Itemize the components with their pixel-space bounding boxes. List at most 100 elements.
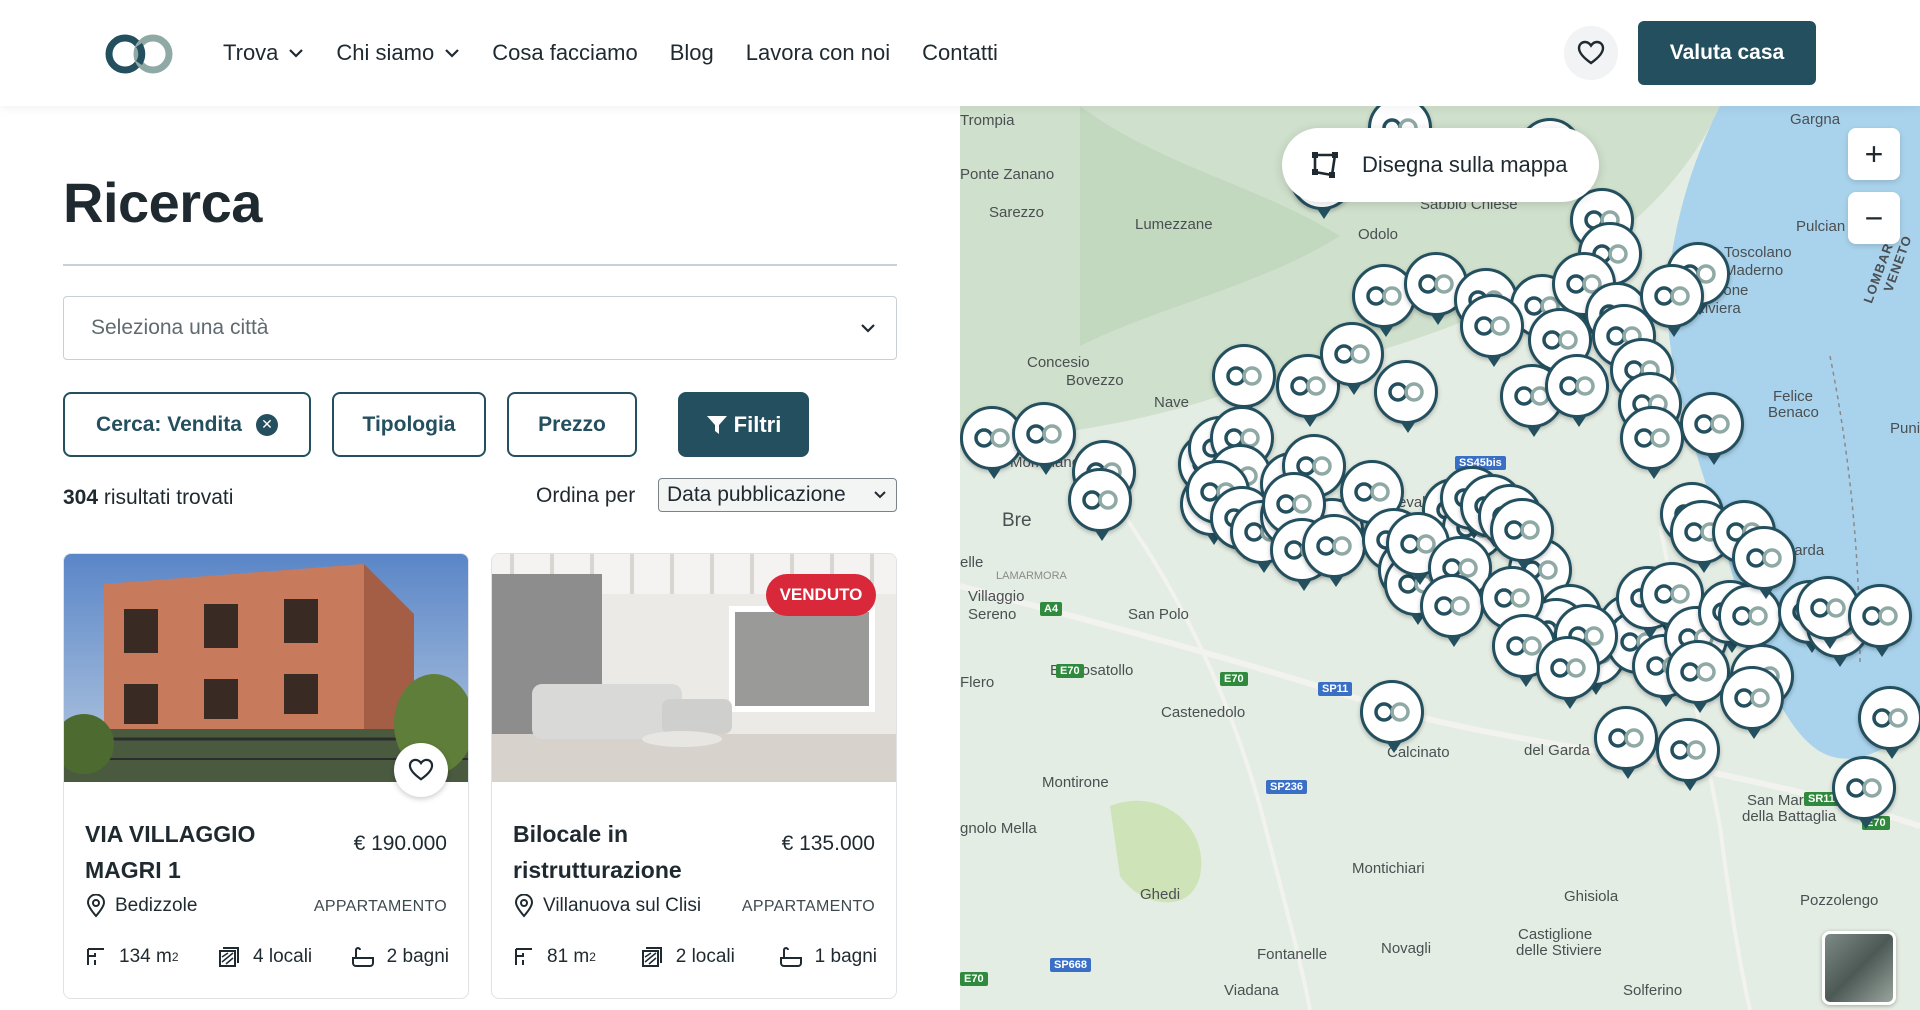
- brand-logo-icon: [1374, 702, 1410, 722]
- brand-logo-icon: [1354, 482, 1390, 502]
- map-marker[interactable]: [1594, 706, 1658, 779]
- search-panel: Ricerca Seleziona una città Cerca: Vendi…: [0, 106, 960, 1010]
- map-marker[interactable]: [1460, 294, 1524, 367]
- listing-features: 81 m2 2 locali 1 bagni: [513, 945, 877, 969]
- chevron-down-icon: [445, 49, 460, 58]
- nav-contatti[interactable]: Contatti: [922, 40, 998, 66]
- map-label: della Battaglia: [1742, 808, 1837, 825]
- close-icon[interactable]: ✕: [255, 413, 278, 436]
- favorites-button[interactable]: [1564, 26, 1618, 80]
- brand-logo-icon: [1810, 598, 1846, 618]
- map-marker[interactable]: [1848, 584, 1912, 657]
- map-marker[interactable]: [1420, 574, 1484, 647]
- city-select[interactable]: Seleziona una città: [63, 296, 897, 360]
- brand-logo-icon: [1276, 494, 1312, 514]
- nav-cosa-facciamo[interactable]: Cosa facciamo: [492, 40, 638, 66]
- map-label: Flero: [960, 674, 995, 691]
- draw-on-map-button[interactable]: Disegna sulla mappa: [1282, 128, 1599, 202]
- brand-logo-icon: [1608, 728, 1644, 748]
- floorplan-icon: [87, 948, 104, 965]
- zoom-in-button[interactable]: +: [1848, 128, 1900, 180]
- city-select-placeholder: Seleziona una città: [91, 316, 269, 339]
- map-label: Nave: [1154, 394, 1190, 411]
- chip-type[interactable]: Tipologia: [332, 392, 486, 457]
- map-label: Benaco: [1768, 404, 1819, 421]
- map-marker[interactable]: [1302, 514, 1366, 587]
- map-label: Puni: [1890, 420, 1920, 437]
- brand-logo-icon: [1026, 424, 1062, 444]
- map-label: Ponte Zanano: [960, 166, 1055, 183]
- feature-rooms: 4 locali: [217, 945, 312, 969]
- nav-lavora-con-noi[interactable]: Lavora con noi: [746, 40, 890, 66]
- map-label: Maderno: [1724, 262, 1784, 279]
- location-pin-icon: [514, 894, 534, 918]
- map-label: San Polo: [1128, 606, 1189, 623]
- road-shield: E70: [1056, 664, 1084, 678]
- map-marker[interactable]: [1620, 406, 1684, 479]
- map-marker[interactable]: [1490, 498, 1554, 571]
- sort-select[interactable]: Data pubblicazione: [658, 478, 897, 512]
- map-marker[interactable]: [1068, 468, 1132, 541]
- brand-logo-icon: [1862, 606, 1898, 626]
- brand-logo-icon: [1316, 536, 1352, 556]
- map-panel[interactable]: Trompia Ponte Zanano Sabbio Chiese Gargn…: [960, 106, 1920, 1010]
- favorite-button[interactable]: [394, 743, 448, 797]
- valuta-casa-button[interactable]: Valuta casa: [1638, 21, 1816, 85]
- feature-baths: 2 bagni: [351, 945, 449, 969]
- map-marker[interactable]: [1320, 322, 1384, 395]
- brand-logo-icon: [1226, 366, 1262, 386]
- map-marker[interactable]: [1832, 756, 1896, 829]
- rooms-icon: [641, 947, 662, 967]
- map-label: Fontanelle: [1257, 946, 1328, 963]
- map-label: Sereno: [968, 606, 1017, 623]
- rooms-icon: [219, 947, 239, 967]
- brand-logo-icon: [1634, 428, 1670, 448]
- bathtub-icon: [351, 947, 374, 967]
- floorplan-icon: [515, 948, 532, 965]
- map-marker[interactable]: [1360, 680, 1424, 753]
- road-shield: SP668: [1050, 958, 1092, 972]
- map-marker[interactable]: [1720, 666, 1784, 739]
- feature-rooms: 2 locali: [640, 945, 735, 969]
- listing-card[interactable]: VENDUTO Bilocale in ristrutturazione € 1…: [491, 553, 897, 999]
- map-marker[interactable]: [1545, 354, 1609, 427]
- filters-button[interactable]: Filtri: [678, 392, 809, 457]
- nav-trova[interactable]: Trova: [223, 40, 304, 66]
- map-label: gnolo Mella: [960, 820, 1037, 837]
- chip-price[interactable]: Prezzo: [507, 392, 637, 457]
- map-layer-toggle[interactable]: [1822, 931, 1896, 1005]
- map-label: Bre: [1002, 510, 1032, 531]
- chip-search-sale[interactable]: Cerca: Vendita ✕: [63, 392, 311, 457]
- listing-title[interactable]: Bilocale in ristrutturazione: [513, 816, 743, 888]
- nav-blog[interactable]: Blog: [670, 40, 714, 66]
- brand-logo-icon: [1506, 636, 1542, 656]
- brand-logo-icon: [1388, 382, 1424, 402]
- title-divider: [63, 264, 897, 266]
- map-marker[interactable]: [1212, 344, 1276, 417]
- map-marker[interactable]: [1858, 686, 1920, 759]
- listing-card[interactable]: VIA VILLAGGIO MAGRI 1 € 190.000 Bedizzol…: [63, 553, 469, 999]
- road-shield: E70: [1220, 672, 1248, 686]
- logo-icon[interactable]: [103, 33, 175, 75]
- nav-chi-siamo[interactable]: Chi siamo: [336, 40, 460, 66]
- map-marker[interactable]: [1732, 526, 1796, 599]
- zoom-out-button[interactable]: −: [1848, 192, 1900, 244]
- brand-logo-icon: [1670, 740, 1706, 760]
- map-marker[interactable]: [1374, 360, 1438, 433]
- map-label: elle: [960, 554, 984, 571]
- listing-title[interactable]: VIA VILLAGGIO MAGRI 1: [85, 816, 315, 888]
- map-label: Ghisiola: [1564, 888, 1619, 905]
- map-label: Lumezzane: [1135, 216, 1213, 233]
- map-label: Trompia: [960, 112, 1015, 129]
- map-marker[interactable]: [1680, 392, 1744, 465]
- road-shield: SP11: [1318, 682, 1353, 696]
- chevron-down-icon: [289, 49, 304, 58]
- brand-logo-icon: [1694, 414, 1730, 434]
- map-label: Ghedi: [1140, 886, 1181, 903]
- brand-logo-icon: [1734, 688, 1770, 708]
- map-marker[interactable]: [1536, 636, 1600, 709]
- map-label: Viadana: [1224, 982, 1279, 999]
- listing-location: Villanuova sul Clisi: [513, 894, 701, 918]
- map-marker[interactable]: [1012, 402, 1076, 475]
- map-marker[interactable]: [1656, 718, 1720, 791]
